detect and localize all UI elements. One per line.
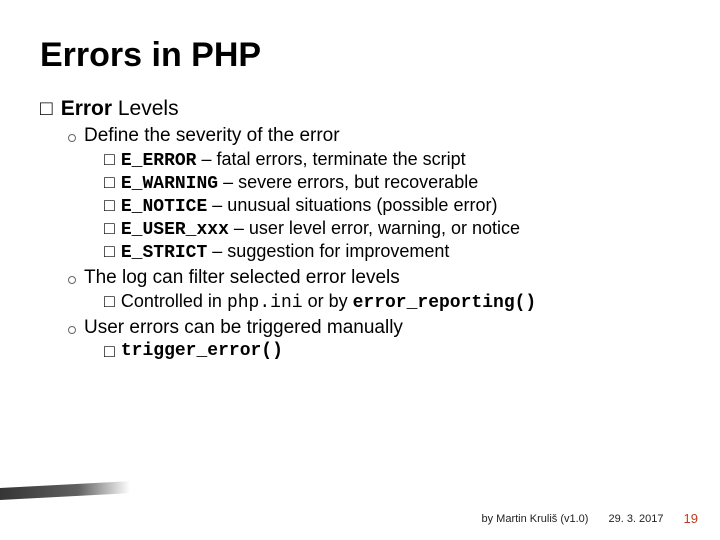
error-level-item: □ E_USER_xxx – user level error, warning,…: [104, 218, 680, 240]
square-icon: □: [104, 149, 115, 171]
square-icon: □: [104, 341, 115, 362]
slide: Errors in PHP □ Error Levels Define the …: [0, 0, 720, 540]
item-text: E_USER_xxx – user level error, warning, …: [121, 218, 520, 240]
item-text: Controlled in php.ini or by error_report…: [121, 291, 536, 313]
item-text: E_STRICT – suggestion for improvement: [121, 241, 450, 263]
square-icon: □: [104, 172, 115, 194]
circle-icon: [68, 326, 76, 334]
error-level-item: □ E_STRICT – suggestion for improvement: [104, 241, 680, 263]
error-level-item: □ E_NOTICE – unusual situations (possible…: [104, 195, 680, 217]
sub-manual: User errors can be triggered manually: [68, 317, 680, 339]
sub-define: Define the severity of the error: [68, 125, 680, 147]
item-text: E_NOTICE – unusual situations (possible …: [121, 195, 498, 217]
item-text: E_WARNING – severe errors, but recoverab…: [121, 172, 478, 194]
square-icon: □: [104, 195, 115, 217]
footer-date: 29. 3. 2017: [608, 513, 663, 525]
footer-author: by Martin Kruliš (v1.0): [481, 513, 588, 525]
section-text: Error Levels: [61, 97, 179, 121]
circle-icon: [68, 134, 76, 142]
accent-shape: [0, 481, 130, 500]
square-icon: □: [104, 218, 115, 240]
footer: by Martin Kruliš (v1.0) 29. 3. 2017 19: [0, 511, 720, 526]
square-icon: □: [104, 241, 115, 263]
square-icon: □: [40, 97, 53, 121]
circle-icon: [68, 276, 76, 284]
square-icon: □: [104, 291, 115, 313]
sub-filter: The log can filter selected error levels: [68, 267, 680, 289]
page-number: 19: [684, 511, 698, 526]
item-text: E_ERROR – fatal errors, terminate the sc…: [121, 149, 466, 171]
controlled-item: □ Controlled in php.ini or by error_repo…: [104, 291, 680, 313]
error-level-item: □ E_WARNING – severe errors, but recovera…: [104, 172, 680, 194]
trigger-item: □ trigger_error(): [104, 341, 680, 362]
error-level-item: □ E_ERROR – fatal errors, terminate the s…: [104, 149, 680, 171]
section-heading: □ Error Levels: [40, 97, 680, 121]
item-text: trigger_error(): [121, 341, 283, 362]
slide-title: Errors in PHP: [40, 36, 680, 75]
